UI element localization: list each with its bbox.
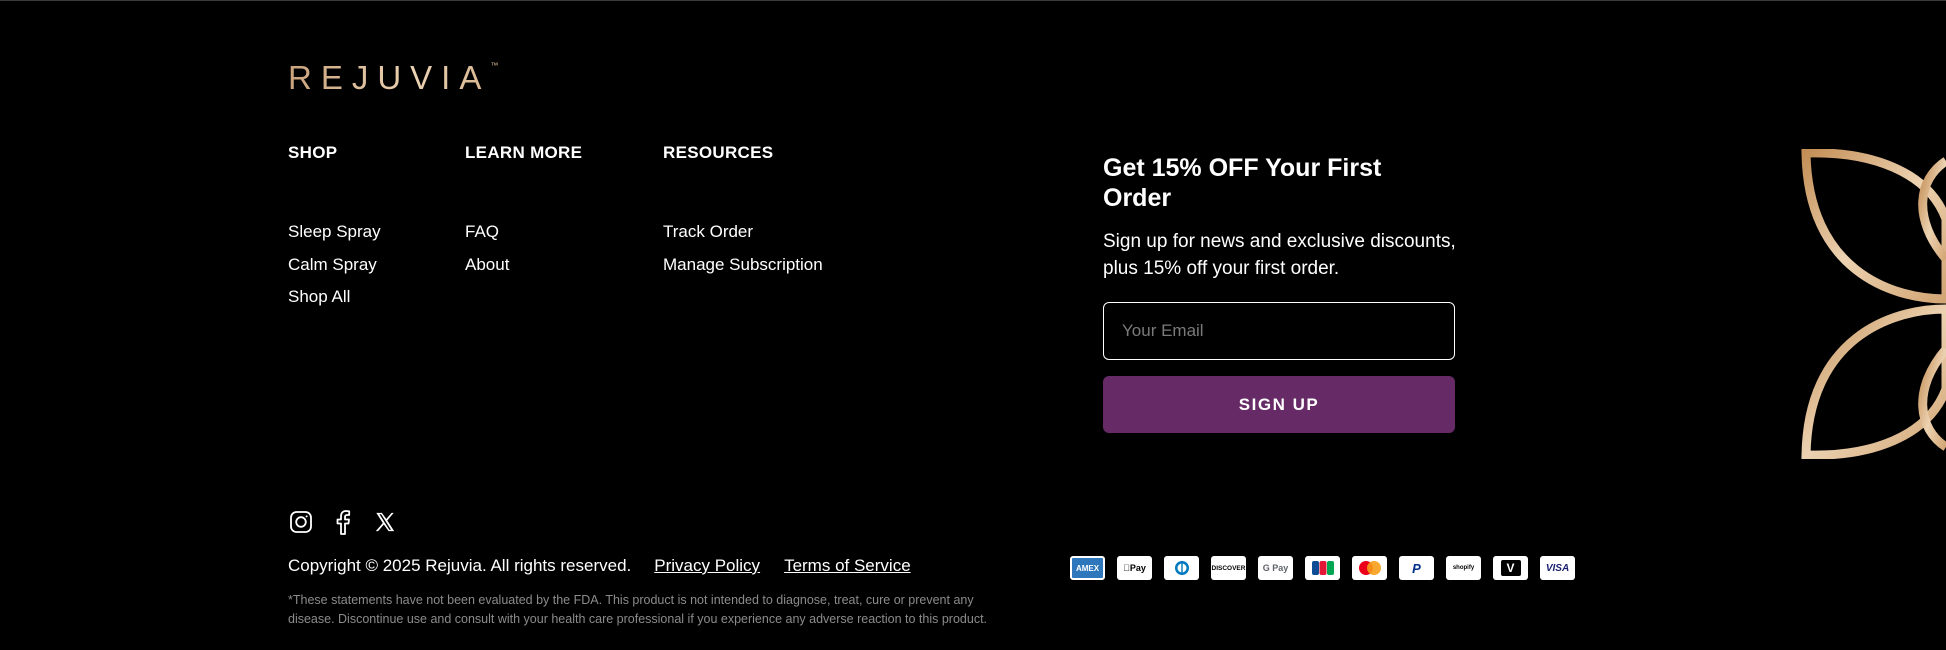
brand-logo-text: REJUVIA [288,59,491,96]
footer-column-resources: RESOURCES Track Order Manage Subscriptio… [663,143,823,287]
signup-title: Get 15% OFF Your First Order [1103,154,1382,212]
link-about[interactable]: About [465,255,582,275]
brand-logo[interactable]: REJUVIA™ [288,59,498,97]
paypal-icon: P [1399,556,1434,580]
visa-icon: VISA [1540,556,1575,580]
footer: REJUVIA™ SHOP Sleep Spray Calm Spray Sho… [0,0,1946,650]
instagram-icon[interactable] [288,509,314,535]
link-manage-subscription[interactable]: Manage Subscription [663,255,823,275]
social-links [288,509,398,535]
payment-methods: AMEX Pay DISCOVER G Pay P shopify V VIS… [1070,556,1575,580]
signup-description: Sign up for news and exclusive discounts… [1103,231,1456,279]
google-pay-icon: G Pay [1258,556,1293,580]
column-heading-learn-more: LEARN MORE [465,143,583,162]
trademark-symbol: ™ [490,61,499,70]
brand-emblem-icon [1800,148,1946,464]
legal-row: Copyright © 2025 Rejuvia. All rights res… [288,556,935,576]
copyright-text: Copyright © 2025 Rejuvia. All rights res… [288,556,632,575]
shop-pay-icon: shopify [1446,556,1481,580]
footer-column-shop: SHOP Sleep Spray Calm Spray Shop All [288,143,381,320]
facebook-icon[interactable] [330,509,356,535]
discover-icon: DISCOVER [1211,556,1246,580]
link-shop-all[interactable]: Shop All [288,287,381,307]
fda-disclaimer: *These statements have not been evaluate… [288,593,988,626]
privacy-policy-link[interactable]: Privacy Policy [654,556,760,576]
link-calm-spray[interactable]: Calm Spray [288,255,381,275]
link-faq[interactable]: FAQ [465,222,582,242]
diners-club-icon [1164,556,1199,580]
email-input[interactable] [1103,302,1455,360]
venmo-icon: V [1493,556,1528,580]
x-icon[interactable] [372,509,398,535]
column-heading-shop: SHOP [288,143,338,162]
terms-of-service-link[interactable]: Terms of Service [784,556,911,576]
sign-up-button[interactable]: SIGN UP [1103,376,1455,433]
apple-pay-icon: Pay [1117,556,1152,580]
link-sleep-spray[interactable]: Sleep Spray [288,222,381,242]
column-heading-resources: RESOURCES [663,143,774,162]
amex-icon: AMEX [1070,556,1105,580]
footer-column-learn-more: LEARN MORE FAQ About [465,143,582,287]
jcb-icon [1305,556,1340,580]
mastercard-icon [1352,556,1387,580]
newsletter-signup: Get 15% OFF Your First Order Sign up for… [1103,153,1456,433]
link-track-order[interactable]: Track Order [663,222,823,242]
